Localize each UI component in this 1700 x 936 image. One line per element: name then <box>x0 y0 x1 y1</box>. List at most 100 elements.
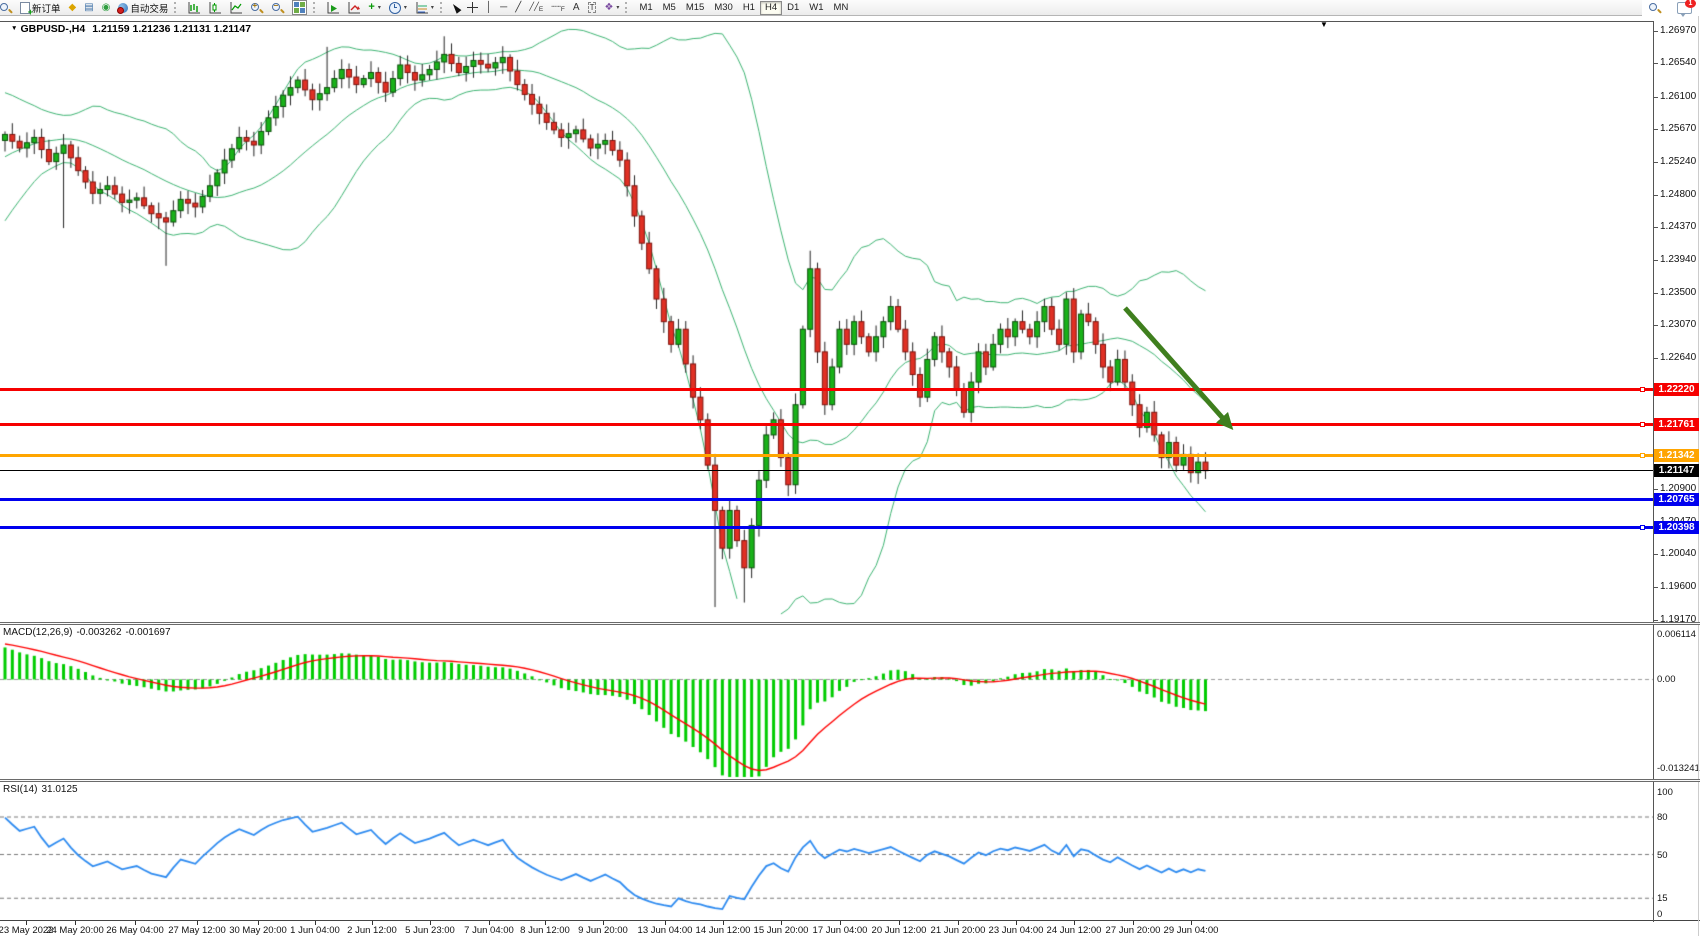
timeframe-M15[interactable]: M15 <box>681 1 709 15</box>
support-line-1[interactable] <box>0 498 1653 501</box>
resistance-line-1[interactable] <box>0 388 1653 391</box>
timeframe-D1[interactable]: D1 <box>782 1 804 15</box>
periods-button-caret-icon[interactable]: ▾ <box>404 4 407 11</box>
time-label: 24 May 20:00 <box>46 925 104 936</box>
resistance-line-1-handle[interactable] <box>1640 387 1645 392</box>
trendline-tool-icon: ╱ <box>515 2 521 13</box>
resistance-line-2-handle[interactable] <box>1640 422 1645 427</box>
time-label: 20 Jun 12:00 <box>872 925 927 936</box>
trend-arrow-annotation[interactable] <box>1100 300 1250 440</box>
marketwatch-icon[interactable]: ◆ <box>65 0 81 15</box>
macd-panel-canvas[interactable] <box>0 625 1653 779</box>
pivot-line-orange-handle[interactable] <box>1640 453 1645 458</box>
support-line-2[interactable] <box>0 526 1653 529</box>
time-label: 9 Jun 20:00 <box>578 925 628 936</box>
time-axis[interactable]: 23 May 202224 May 20:0026 May 04:0027 Ma… <box>0 921 1700 936</box>
mt4-window: +新订单◆▤◉自动交易+−+▾▾▾│─╱╱╱E┄┄FAT❖▾M1M5M15M30… <box>0 0 1700 936</box>
new-order-button[interactable]: +新订单 <box>16 0 65 15</box>
cursor-tool-icon <box>450 2 461 14</box>
tile-windows-icon[interactable] <box>288 0 311 15</box>
time-label: 15 Jun 20:00 <box>754 925 809 936</box>
timeframe-M1[interactable]: M1 <box>634 1 657 15</box>
text-label-tool-icon: T <box>588 2 597 13</box>
zoom-out-button-icon: − <box>271 2 284 14</box>
chart-shift-marker[interactable]: ▼ <box>1320 21 1328 29</box>
candlestick-chart-icon-icon <box>208 2 221 14</box>
toolbar-right: 1 <box>1644 0 1696 15</box>
data-window-icon[interactable]: ▤ <box>80 0 97 15</box>
price-tick-label: 1.26970 <box>1660 25 1696 37</box>
periods-button[interactable]: ▾ <box>385 0 411 15</box>
zoom-in-button-icon: + <box>250 2 263 14</box>
macd-axis-label: 0.006114 <box>1657 629 1696 640</box>
time-label: 30 May 20:00 <box>229 925 287 936</box>
strategy-tester-icon[interactable] <box>322 0 343 15</box>
resistance-line-1-price-tag: 1.22220 <box>1654 383 1699 396</box>
price-chart-canvas[interactable] <box>0 16 1653 622</box>
vertical-line-tool[interactable]: │ <box>482 0 496 15</box>
left-clipped-icon[interactable] <box>2 0 16 15</box>
navigator-icon[interactable]: ◉ <box>98 0 115 15</box>
text-tool[interactable]: A <box>569 0 584 15</box>
autotrading-button-label: 自动交易 <box>130 1 168 15</box>
bar-chart-icon[interactable] <box>183 0 204 15</box>
chat-badge: 1 <box>1685 0 1696 8</box>
candlestick-chart-icon[interactable] <box>204 0 225 15</box>
time-label: 7 Jun 04:00 <box>464 925 514 936</box>
indicators-button-caret-icon[interactable]: ▾ <box>378 4 381 11</box>
strategy-tester-icon-icon <box>326 2 339 14</box>
search-icon[interactable] <box>1644 0 1665 15</box>
rsi-value: 31.0125 <box>41 784 77 795</box>
timeframe-M30[interactable]: M30 <box>709 1 737 15</box>
panel-separator-macd[interactable] <box>0 622 1700 625</box>
price-tick-label: 1.20040 <box>1660 548 1696 560</box>
auto-scroll-icon[interactable] <box>343 0 364 15</box>
timeframe-MN[interactable]: MN <box>829 1 854 15</box>
timeframe-H1[interactable]: H1 <box>738 1 760 15</box>
collapse-arrow-icon[interactable]: ▼ <box>11 25 17 32</box>
support-line-2-handle[interactable] <box>1640 525 1645 530</box>
zoom-in-button[interactable]: + <box>246 0 267 15</box>
toolbar-grip <box>174 2 181 13</box>
pivot-line-orange[interactable] <box>0 454 1653 457</box>
fibonacci-tool[interactable]: ┄┄F <box>547 0 569 15</box>
rsi-panel-canvas[interactable] <box>0 782 1653 920</box>
chat-icon[interactable]: 1 <box>1673 0 1696 15</box>
rsi-name: RSI(14) <box>3 784 37 795</box>
zoom-out-button[interactable]: − <box>267 0 288 15</box>
timeframe-H4[interactable]: H4 <box>760 1 782 15</box>
cursor-tool[interactable] <box>449 0 463 15</box>
templates-button[interactable]: ▾ <box>411 0 438 15</box>
rsi-axis-label: 0 <box>1657 909 1662 920</box>
time-label: 27 May 12:00 <box>168 925 226 936</box>
price-tick-label: 1.25670 <box>1660 123 1696 135</box>
text-label-tool[interactable]: T <box>584 0 601 15</box>
channel-tool[interactable]: ╱╱E <box>525 0 547 15</box>
panel-separator-rsi[interactable] <box>0 779 1700 782</box>
crosshair-tool[interactable] <box>463 0 482 15</box>
bar-chart-icon-icon <box>187 2 200 14</box>
arrows-tool[interactable]: ❖▾ <box>600 0 623 15</box>
indicators-button-icon: + <box>368 2 374 13</box>
indicators-button[interactable]: +▾ <box>364 0 384 15</box>
time-label: 13 Jun 04:00 <box>638 925 693 936</box>
arrows-tool-icon: ❖ <box>604 2 613 13</box>
resistance-line-2[interactable] <box>0 423 1653 426</box>
timeframe-W1[interactable]: W1 <box>804 1 828 15</box>
new-order-button-icon: + <box>20 2 30 14</box>
horizontal-line-tool[interactable]: ─ <box>496 0 511 15</box>
horizontal-line-tool-icon: ─ <box>500 2 507 13</box>
trendline-tool[interactable]: ╱ <box>511 0 525 15</box>
data-window-icon-icon: ▤ <box>84 2 93 13</box>
crosshair-tool-icon <box>467 2 478 13</box>
macd-value: -0.003262 <box>76 627 121 638</box>
arrows-tool-caret-icon[interactable]: ▾ <box>616 4 619 11</box>
templates-button-caret-icon[interactable]: ▾ <box>431 4 434 11</box>
current-bid-line[interactable] <box>0 470 1653 471</box>
time-label: 14 Jun 12:00 <box>696 925 751 936</box>
price-tick-label: 1.26540 <box>1660 57 1696 69</box>
line-chart-icon[interactable] <box>225 0 246 15</box>
timeframe-M5[interactable]: M5 <box>658 1 681 15</box>
channel-tool-icon: ╱╱E <box>529 2 543 13</box>
autotrading-button[interactable]: 自动交易 <box>114 0 172 15</box>
